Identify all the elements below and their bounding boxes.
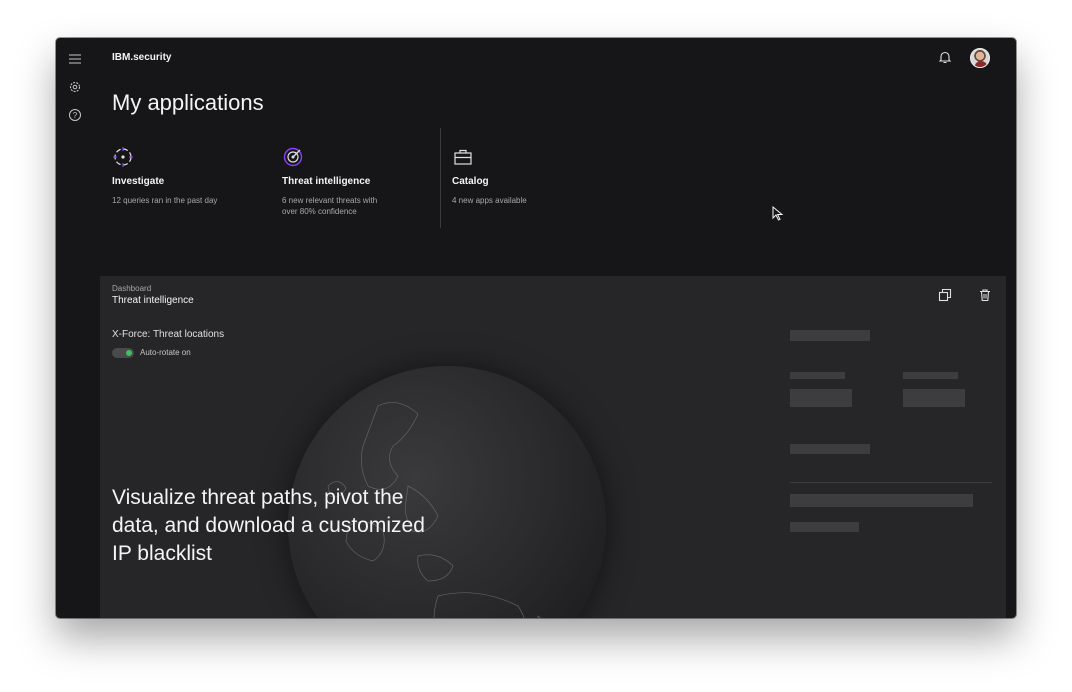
tile-title: Catalog <box>452 176 489 187</box>
delete-icon[interactable] <box>978 288 992 302</box>
skeleton-text <box>790 522 859 532</box>
auto-rotate-label: Auto-rotate on <box>140 348 191 357</box>
skeleton-heading <box>790 330 870 341</box>
tile-investigate[interactable]: Investigate 12 queries ran in the past d… <box>112 146 222 206</box>
tile-description: 12 queries ran in the past day <box>112 196 218 205</box>
tile-threat-intelligence[interactable]: Threat intelligence 6 new relevant threa… <box>282 146 392 217</box>
skeleton-value <box>903 389 965 407</box>
threat-icon <box>283 147 303 167</box>
widget-title: X-Force: Threat locations <box>112 329 225 340</box>
help-icon[interactable]: ? <box>68 108 82 122</box>
brand-prefix: IBM <box>112 52 131 63</box>
auto-rotate-toggle[interactable] <box>112 348 134 358</box>
skeleton-value <box>790 389 852 407</box>
settings-icon[interactable] <box>68 80 82 94</box>
tile-divider <box>440 128 441 228</box>
investigate-icon <box>113 147 133 167</box>
app-window: ? IBM.security My applications Investiga… <box>56 38 1016 618</box>
duplicate-icon[interactable] <box>938 288 952 302</box>
skeleton-label <box>790 444 870 454</box>
menu-icon[interactable] <box>68 52 82 66</box>
brand-logo[interactable]: IBM.security <box>112 52 171 63</box>
left-rail: ? <box>56 38 94 618</box>
notification-bell-icon[interactable] <box>938 50 952 64</box>
brand-suffix: .security <box>130 52 172 63</box>
user-avatar[interactable] <box>970 48 990 68</box>
tile-title: Investigate <box>112 176 165 187</box>
dashboard-panel: Dashboard Threat intelligence X-Force: T… <box>100 276 1006 618</box>
tile-catalog[interactable]: Catalog 4 new apps available <box>452 146 562 206</box>
tile-description: 6 new relevant threats with over 80% con… <box>282 196 378 216</box>
overlay-message: Visualize threat paths, pivot the data, … <box>112 486 425 565</box>
panel-kicker: Dashboard <box>112 284 152 293</box>
panel-title: Threat intelligence <box>112 295 194 306</box>
tile-description: 4 new apps available <box>452 196 527 205</box>
svg-text:?: ? <box>73 111 78 120</box>
skeleton-divider <box>790 482 992 483</box>
skeleton-label <box>790 372 845 379</box>
mouse-cursor-icon <box>772 206 784 221</box>
briefcase-icon <box>454 149 472 165</box>
skeleton-label <box>903 372 958 379</box>
skeleton-text <box>790 494 973 507</box>
page-title: My applications <box>112 90 264 115</box>
tile-title: Threat intelligence <box>282 176 371 187</box>
